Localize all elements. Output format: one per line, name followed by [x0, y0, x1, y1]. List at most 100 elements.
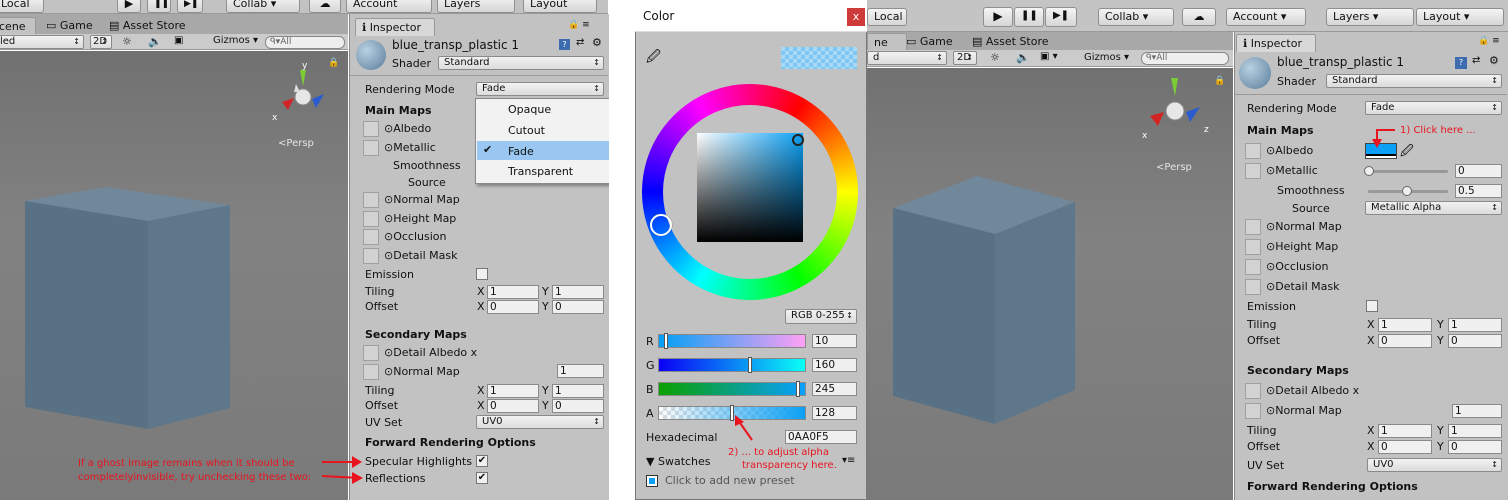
occlusion-slot[interactable]: [363, 229, 379, 245]
scene-lock-icon-right[interactable]: 🔒: [1214, 76, 1225, 86]
normal-map2-scale-field[interactable]: 1: [557, 364, 604, 378]
a-value-field[interactable]: 128: [812, 406, 857, 420]
preset-swatch[interactable]: [646, 475, 658, 487]
occlusion-slot-right[interactable]: [1245, 259, 1261, 275]
b-value-field[interactable]: 245: [812, 382, 857, 396]
color-mode-dropdown[interactable]: RGB 0-255: [785, 309, 857, 324]
audio-icon[interactable]: 🔈: [148, 35, 162, 48]
help-icon[interactable]: ?: [559, 39, 570, 50]
swatches-menu-icon[interactable]: ▾≡: [842, 455, 855, 466]
step-button[interactable]: ▶❚: [177, 0, 203, 13]
scene-lock-icon[interactable]: 🔒: [328, 58, 339, 68]
menu-item-opaque[interactable]: Opaque: [508, 102, 551, 117]
g-slider[interactable]: [658, 358, 806, 372]
tiling-x-field-right[interactable]: 1: [1378, 318, 1432, 332]
tab-scene[interactable]: cene: [0, 17, 36, 35]
scene-search-input-right[interactable]: ᑫ▾All: [1141, 52, 1229, 65]
detail-albedo-slot-right[interactable]: [1245, 383, 1261, 399]
emission-checkbox[interactable]: [476, 268, 488, 280]
lighting-icon[interactable]: ☼: [122, 35, 132, 48]
smoothness-value-field[interactable]: 0.5: [1455, 184, 1502, 198]
tiling2-x-field[interactable]: 1: [487, 384, 539, 398]
tiling2-x-field-right[interactable]: 1: [1378, 424, 1432, 438]
offset-y-field-right[interactable]: 0: [1448, 334, 1502, 348]
gizmos-dropdown-right[interactable]: Gizmos ▾: [1084, 52, 1129, 63]
tab-game-right[interactable]: ▭ Game: [900, 33, 959, 51]
swatches-toggle[interactable]: ▼ Swatches: [646, 454, 711, 469]
tiling2-y-field[interactable]: 1: [552, 384, 604, 398]
metallic-slot-right[interactable]: [1245, 163, 1261, 179]
source-dropdown[interactable]: Metallic Alpha: [1365, 201, 1502, 215]
layers-button-right[interactable]: Layers ▾: [1326, 8, 1414, 26]
layout-button[interactable]: Layout: [523, 0, 597, 13]
reflections-checkbox[interactable]: ✔: [476, 472, 488, 484]
shading-mode-dropdown[interactable]: led: [0, 35, 84, 49]
g-slider-handle[interactable]: [748, 357, 753, 373]
hex-field[interactable]: 0AA0F5: [785, 430, 857, 444]
collab-button[interactable]: Collab ▾: [226, 0, 300, 13]
eyedropper-icon[interactable]: 🖉: [646, 46, 661, 70]
settings-gear-icon-right[interactable]: ⚙: [1489, 54, 1499, 67]
detail-albedo-slot[interactable]: [363, 345, 379, 361]
offset-x-field-right[interactable]: 0: [1378, 334, 1432, 348]
tiling-y-field-right[interactable]: 1: [1448, 318, 1502, 332]
toggle-2d-button[interactable]: 2D: [90, 35, 112, 49]
preset-icon[interactable]: ⇄: [576, 37, 584, 48]
hue-handle[interactable]: [650, 214, 672, 236]
offset-y-field[interactable]: 0: [552, 300, 604, 314]
pause-button[interactable]: ❚❚: [147, 0, 171, 13]
layers-button[interactable]: Layers: [437, 0, 515, 13]
menu-item-cutout[interactable]: Cutout: [508, 123, 545, 138]
detail-mask-slot-right[interactable]: [1245, 279, 1261, 295]
sv-handle[interactable]: [792, 134, 804, 146]
smoothness-slider-knob[interactable]: [1402, 186, 1412, 196]
menu-item-fade[interactable]: Fade: [508, 144, 534, 159]
uv-set-dropdown-right[interactable]: UV0: [1367, 458, 1502, 472]
play-button-right[interactable]: ▶: [983, 7, 1013, 27]
albedo-slot[interactable]: [363, 121, 379, 137]
normal-map-slot[interactable]: [363, 192, 379, 208]
metallic-slider[interactable]: [1368, 170, 1448, 173]
persp-label-right[interactable]: <Persp: [1156, 162, 1192, 173]
inspector-lock-icon-right[interactable]: 🔒 ≡: [1478, 36, 1500, 46]
offset2-y-field[interactable]: 0: [552, 399, 604, 413]
albedo-eyedropper-icon[interactable]: 🖉: [1400, 142, 1414, 164]
menu-item-fade-highlight[interactable]: [477, 141, 615, 160]
r-slider-handle[interactable]: [663, 333, 668, 349]
r-slider[interactable]: [658, 334, 806, 348]
tiling2-y-field-right[interactable]: 1: [1448, 424, 1502, 438]
rendering-mode-dropdown[interactable]: Fade: [476, 82, 604, 96]
b-slider-handle[interactable]: [796, 381, 801, 397]
height-map-slot-right[interactable]: [1245, 239, 1261, 255]
metallic-slider-knob[interactable]: [1364, 166, 1374, 176]
menu-item-transparent[interactable]: Transparent: [508, 164, 573, 179]
offset2-x-field-right[interactable]: 0: [1378, 440, 1432, 454]
scene-gizmo-right[interactable]: x z: [1142, 74, 1216, 148]
specular-highlights-checkbox[interactable]: ✔: [476, 455, 488, 467]
offset-x-field[interactable]: 0: [487, 300, 539, 314]
metallic-slot[interactable]: [363, 140, 379, 156]
play-button[interactable]: ▶: [117, 0, 141, 13]
b-slider[interactable]: [658, 382, 806, 396]
scene-gizmo-left[interactable]: x y: [272, 61, 342, 134]
local-button[interactable]: Local: [0, 0, 44, 13]
toggle-2d-button-right[interactable]: 2D: [953, 51, 977, 65]
add-preset-label[interactable]: Click to add new preset: [665, 473, 795, 488]
account-button[interactable]: Account: [346, 0, 432, 13]
inspector-lock-icon[interactable]: 🔒 ≡: [568, 20, 590, 30]
tiling-y-field[interactable]: 1: [552, 285, 604, 299]
detail-mask-slot[interactable]: [363, 248, 379, 264]
scene-search-input[interactable]: ᑫ▾All: [265, 36, 345, 49]
inspector-tab-right[interactable]: ℹ Inspector: [1236, 34, 1316, 52]
pause-button-right[interactable]: ❚❚: [1014, 7, 1044, 27]
shader-dropdown[interactable]: Standard: [438, 56, 604, 70]
height-map-slot[interactable]: [363, 211, 379, 227]
uv-set-dropdown[interactable]: UV0: [476, 415, 604, 429]
gizmos-dropdown[interactable]: Gizmos ▾: [213, 35, 258, 46]
step-button-right[interactable]: ▶❚: [1045, 7, 1077, 27]
close-button[interactable]: x: [847, 8, 865, 26]
normal-map-slot-right[interactable]: [1245, 219, 1261, 235]
collab-button-right[interactable]: Collab ▾: [1098, 8, 1174, 26]
effects-icon[interactable]: ▣: [174, 35, 183, 46]
emission-checkbox-right[interactable]: [1366, 300, 1378, 312]
